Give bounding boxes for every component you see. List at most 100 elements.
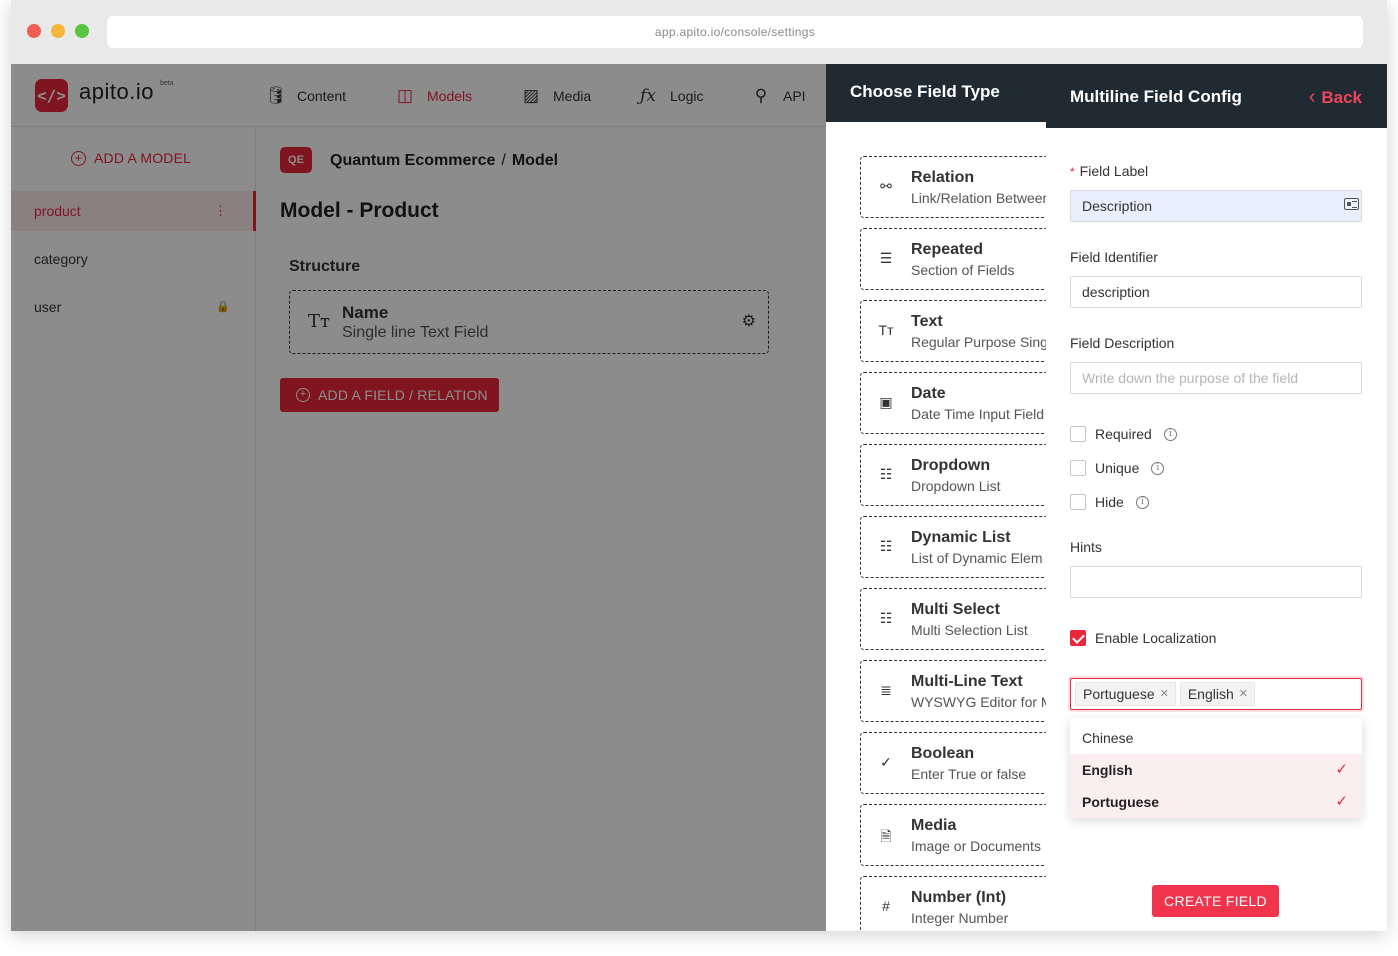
language-option-english[interactable]: English ✓ <box>1070 754 1362 786</box>
sidebar-item-product[interactable]: product ⋮ <box>11 191 256 231</box>
close-window-dot[interactable] <box>27 24 41 38</box>
breadcrumb-section[interactable]: Model <box>512 152 558 169</box>
field-type-media[interactable]: 🗎 Media Image or Documents <box>860 804 1056 866</box>
info-icon[interactable]: i <box>1151 461 1165 475</box>
field-type-boolean[interactable]: ✓ Boolean Enter True or false <box>860 732 1056 794</box>
sidebar-item-category[interactable]: category <box>11 239 256 279</box>
create-field-button[interactable]: CREATE FIELD <box>1152 885 1279 917</box>
back-button[interactable]: ‹ Back <box>1309 86 1362 109</box>
unique-checkbox[interactable] <box>1070 460 1086 476</box>
chevron-left-icon: ‹ <box>1308 86 1316 108</box>
field-type-description: Section of Fields <box>911 262 1015 278</box>
more-vertical-icon[interactable]: ⋮ <box>214 191 227 231</box>
field-type-name: Relation <box>911 169 975 186</box>
field-identifier-input[interactable]: description <box>1070 276 1362 308</box>
models-sidebar: + ADD A MODEL product ⋮ category user 🔒 <box>11 128 256 931</box>
sidebar-item-user[interactable]: user 🔒 <box>11 287 256 327</box>
close-icon[interactable]: ✕ <box>1239 683 1248 705</box>
breadcrumb-project[interactable]: Quantum Ecommerce <box>330 152 495 169</box>
check-icon: ✓ <box>1335 793 1348 810</box>
field-type-text[interactable]: Tт Text Regular Purpose Single <box>860 300 1056 362</box>
list-icon: ☷ <box>879 466 893 482</box>
project-badge: QE <box>280 147 312 173</box>
field-type-description: Regular Purpose Single <box>911 334 1056 350</box>
hash-icon: # <box>882 898 890 914</box>
config-header: Multiline Field Config ‹ Back <box>1046 64 1387 128</box>
nav-item-media[interactable]: ▨ Media <box>521 86 591 106</box>
field-type-relation[interactable]: ⚯ Relation Link/Relation Between <box>860 156 1056 218</box>
field-type-description: Date Time Input Field <box>911 406 1045 422</box>
field-type-name: Dropdown <box>911 457 991 474</box>
multiline-field-config-panel: Multiline Field Config ‹ Back * Field Lab… <box>1046 64 1387 931</box>
hide-checkbox[interactable] <box>1070 494 1086 510</box>
field-type-description: List of Dynamic Elem <box>911 550 1043 566</box>
check-circle-icon: ✓ <box>880 754 892 770</box>
field-type-name: Multi Select <box>911 601 1000 618</box>
info-icon[interactable]: i <box>1163 427 1177 441</box>
text-type-icon: Tт <box>308 311 330 332</box>
align-center-icon: ≣ <box>880 682 892 698</box>
unique-checkbox-row[interactable]: Unique i <box>1070 460 1165 476</box>
field-type-description: Integer Number <box>911 910 1009 926</box>
field-type-date[interactable]: ▣ Date Date Time Input Field <box>860 372 1056 434</box>
info-icon[interactable]: i <box>1135 495 1149 509</box>
field-card-name[interactable]: Tт Name Single line Text Field ⚙ <box>289 290 769 354</box>
browser-window: app.apito.io/console/settings </> apito.… <box>11 0 1387 931</box>
field-type-name: Multi-Line Text <box>911 673 1023 690</box>
close-icon[interactable]: ✕ <box>1160 683 1169 705</box>
field-type-number-int[interactable]: # Number (Int) Integer Number <box>860 876 1056 931</box>
localization-checkbox-row[interactable]: Enable Localization <box>1070 630 1216 646</box>
field-description-input[interactable]: Write down the purpose of the field <box>1070 362 1362 394</box>
field-type-dynamic-list[interactable]: ☷ Dynamic List List of Dynamic Elem <box>860 516 1056 578</box>
nav-item-logic[interactable]: ƒx Logic <box>638 86 703 106</box>
field-identifier-label: Field Identifier <box>1070 249 1158 265</box>
maximize-window-dot[interactable] <box>75 24 89 38</box>
field-type-description: Link/Relation Between <box>911 190 1051 206</box>
hints-label: Hints <box>1070 539 1102 555</box>
model-editor: QE Quantum Ecommerce / Model Model - Produ… <box>257 128 826 931</box>
field-type-name: Dynamic List <box>911 529 1011 546</box>
hints-input[interactable] <box>1070 566 1362 598</box>
language-tag-portuguese: Portuguese ✕ <box>1075 682 1176 706</box>
contact-card-icon[interactable] <box>1344 198 1359 210</box>
logo-icon[interactable]: </> <box>35 79 68 112</box>
field-type-name: Media <box>911 817 957 834</box>
field-type-repeated[interactable]: ☰ Repeated Section of Fields <box>860 228 1056 290</box>
required-mark: * <box>1070 165 1075 179</box>
field-type-name: Text <box>911 313 943 330</box>
field-type-dropdown[interactable]: ☷ Dropdown Dropdown List <box>860 444 1056 506</box>
nav-item-content[interactable]: 🛢 Content <box>265 86 346 106</box>
add-field-relation-button[interactable]: + ADD A FIELD / RELATION <box>280 378 499 412</box>
language-multiselect[interactable]: Portuguese ✕ English ✕ <box>1070 678 1362 710</box>
required-checkbox-row[interactable]: Required i <box>1070 426 1177 442</box>
database-icon: 🛢 <box>265 86 287 105</box>
required-checkbox[interactable] <box>1070 426 1086 442</box>
localization-checkbox[interactable] <box>1070 630 1086 646</box>
language-tag-english: English ✕ <box>1179 682 1255 706</box>
language-option-portuguese[interactable]: Portuguese ✓ <box>1070 786 1362 818</box>
breadcrumb-separator: / <box>501 152 506 169</box>
choose-field-type-drawer: Choose Field Type ⚯ Relation Link/Relation… <box>826 64 1056 931</box>
nav-item-api[interactable]: ⚲ API <box>751 86 806 106</box>
nav-item-models[interactable]: ◫ Models <box>395 86 472 106</box>
beta-badge: beta <box>160 80 174 87</box>
field-type-name: Date <box>911 385 946 402</box>
language-option-chinese[interactable]: Chinese <box>1070 722 1362 754</box>
field-description-label: Field Description <box>1070 335 1175 351</box>
calendar-icon: ▣ <box>879 394 893 410</box>
gear-icon[interactable]: ⚙ <box>742 311 756 331</box>
field-type-name: Number (Int) <box>911 889 1007 906</box>
breadcrumb: Quantum Ecommerce / Model <box>330 152 558 170</box>
minimize-window-dot[interactable] <box>51 24 65 38</box>
structure-label: Structure <box>289 258 361 275</box>
add-model-button[interactable]: + ADD A MODEL <box>71 150 191 166</box>
field-type-multi-select[interactable]: ☷ Multi Select Multi Selection List <box>860 588 1056 650</box>
hide-checkbox-row[interactable]: Hide i <box>1070 494 1149 510</box>
plus-circle-icon: + <box>71 150 86 166</box>
field-type-multi-line-text[interactable]: ≣ Multi-Line Text WYSWYG Editor for M <box>860 660 1056 722</box>
field-type-name: Boolean <box>911 745 975 762</box>
address-bar[interactable]: app.apito.io/console/settings <box>107 16 1363 48</box>
page-title: Model - Product <box>280 199 439 222</box>
config-title: Multiline Field Config <box>1070 87 1242 106</box>
field-label-input[interactable]: Description <box>1070 190 1362 222</box>
